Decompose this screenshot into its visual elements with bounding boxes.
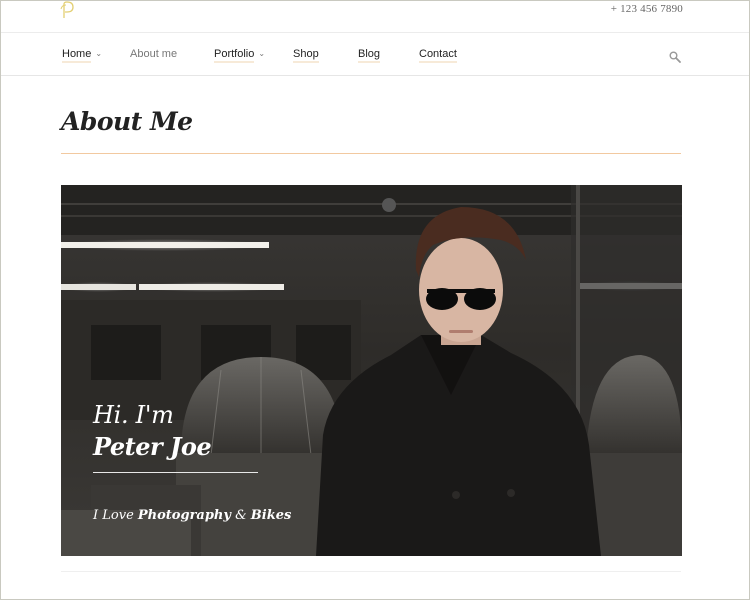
phone-number: + 123 456 7890 — [610, 3, 683, 15]
logo-icon[interactable] — [59, 1, 75, 19]
hero-tagline: I Love Photography & Bikes — [93, 508, 291, 523]
tagline-photography: Photography — [137, 508, 231, 523]
chevron-down-icon: ⌄ — [95, 49, 103, 58]
hero-name: Peter Joe — [93, 432, 212, 461]
hero-divider — [93, 472, 258, 473]
search-icon[interactable] — [669, 51, 681, 63]
nav-item-label: Shop — [293, 48, 319, 63]
nav-item-label: About me — [130, 48, 178, 60]
main-nav: Home ⌄ About me Portfolio ⌄ Shop Blog Cont… — [1, 34, 749, 76]
title-divider — [61, 153, 681, 154]
hero-photo — [61, 185, 682, 556]
nav-item-blog[interactable]: Blog — [358, 48, 380, 63]
tagline-bikes: Bikes — [250, 508, 292, 523]
hero-banner: Hi. I'm Peter Joe I Love Photography & B… — [61, 185, 682, 556]
chevron-down-icon: ⌄ — [258, 49, 266, 58]
nav-item-home[interactable]: Home ⌄ — [62, 48, 102, 63]
tagline-ampersand: & — [235, 508, 247, 523]
nav-item-label: Home — [62, 48, 91, 63]
nav-item-shop[interactable]: Shop — [293, 48, 319, 63]
nav-item-label: Blog — [358, 48, 380, 63]
tagline-prefix: I Love — [93, 508, 134, 523]
nav-item-label: Portfolio — [214, 48, 254, 63]
nav-item-about-me[interactable]: About me — [130, 48, 177, 63]
top-bar: + 123 456 7890 — [1, 1, 749, 33]
nav-item-label: Contact — [419, 48, 457, 63]
section-divider — [61, 571, 681, 572]
hero-greeting: Hi. I'm — [93, 401, 174, 429]
nav-item-portfolio[interactable]: Portfolio ⌄ — [214, 48, 265, 63]
page-title: About Me — [61, 107, 193, 136]
nav-item-contact[interactable]: Contact — [419, 48, 457, 63]
